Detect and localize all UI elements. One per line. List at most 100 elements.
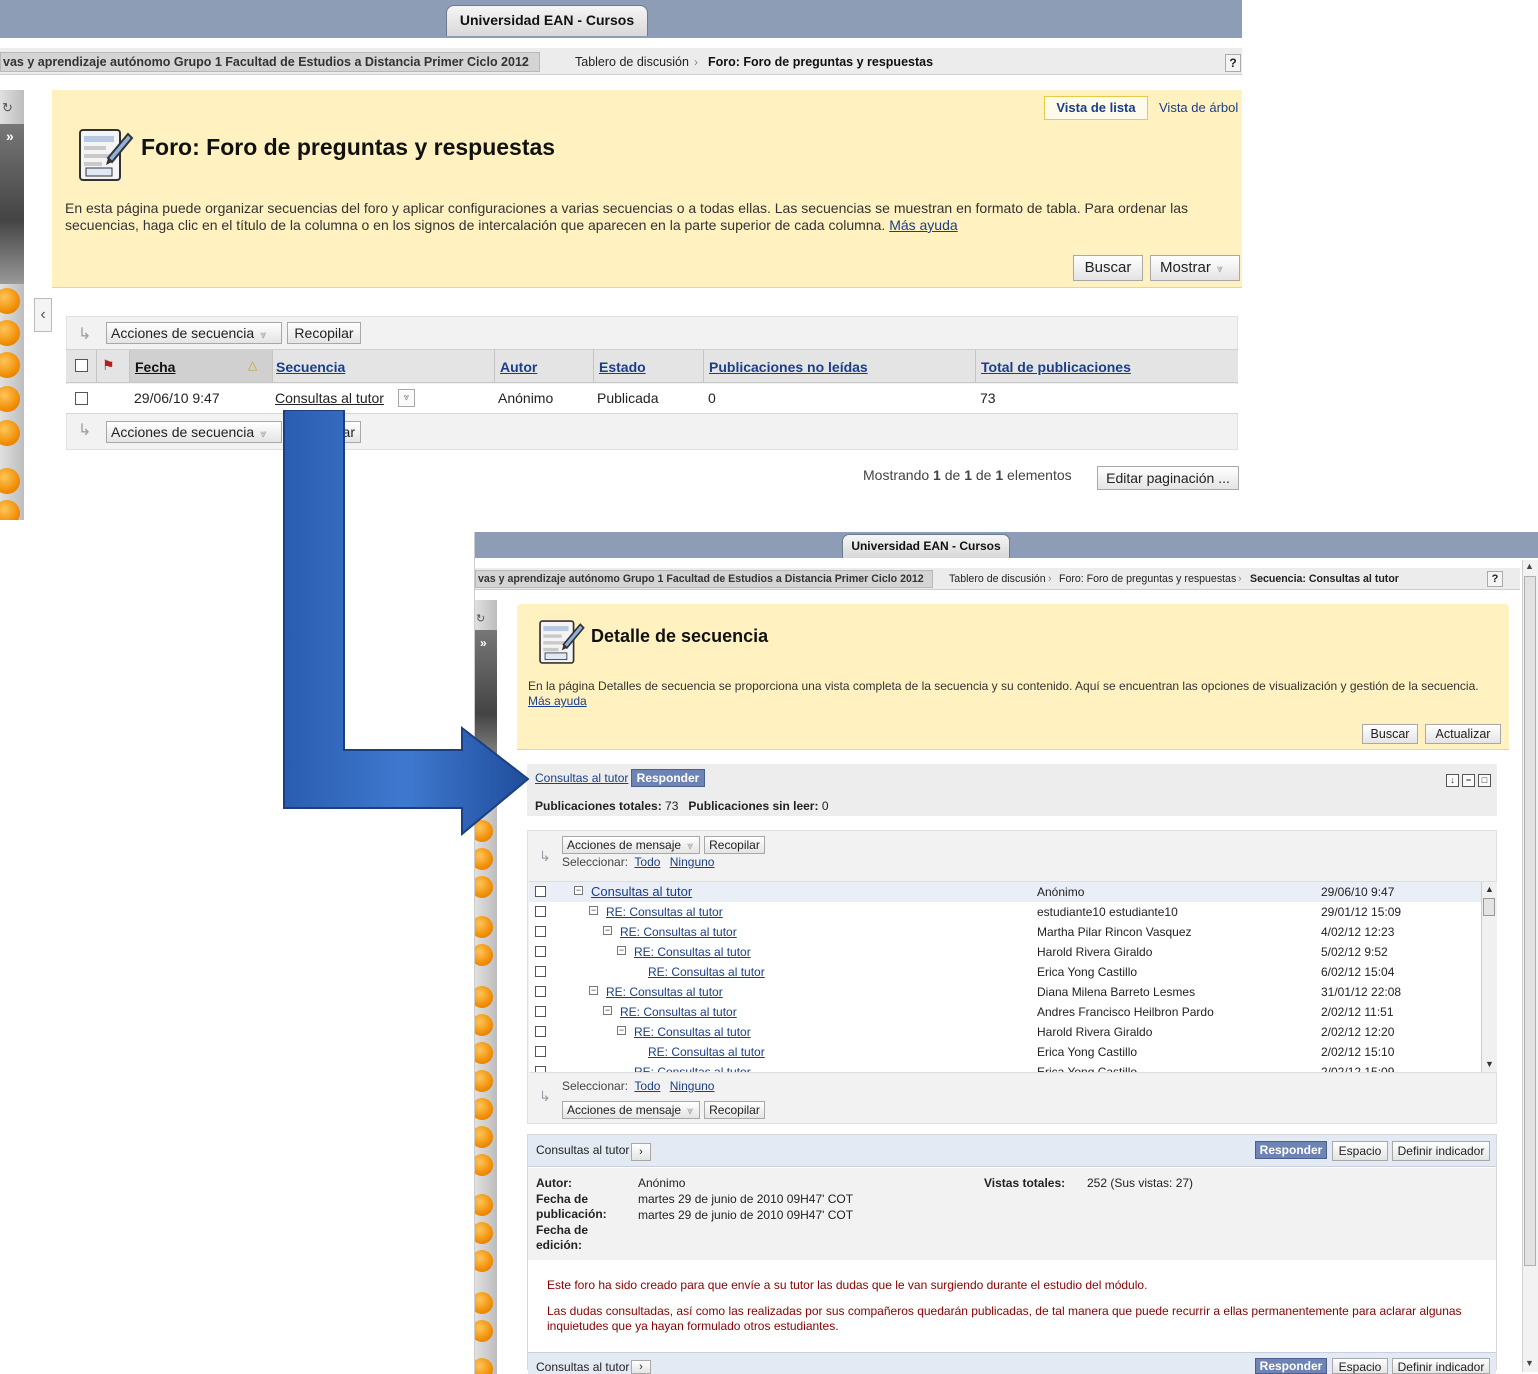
message-link[interactable]: RE: Consultas al tutor	[648, 1045, 765, 1059]
collapse-menu-button[interactable]: ‹	[34, 298, 52, 332]
scroll-down-icon[interactable]: ▼	[1525, 1358, 1534, 1368]
message-checkbox[interactable]	[535, 986, 546, 997]
message-checkbox[interactable]	[535, 1026, 546, 1037]
select-none-link[interactable]: Ninguno	[670, 1079, 715, 1093]
space-button[interactable]: Espacio	[1332, 1141, 1388, 1161]
message-checkbox[interactable]	[535, 1006, 546, 1017]
refresh-button[interactable]: Actualizar	[1425, 724, 1501, 744]
row-checkbox[interactable]	[75, 392, 88, 405]
collect-button[interactable]: Recopilar	[704, 836, 765, 854]
scroll-up-icon[interactable]: ▲	[1485, 884, 1494, 894]
maximize-icon[interactable]: □	[1478, 774, 1491, 787]
search-button[interactable]: Buscar	[1362, 724, 1418, 744]
collapse-toggle-icon[interactable]: −	[617, 946, 626, 955]
collapse-toggle-icon[interactable]: −	[574, 886, 583, 895]
thread-menu-chevron-icon[interactable]: ⩔	[398, 389, 415, 407]
thread-actions-button-bottom[interactable]: Acciones de secuencia ⩔	[106, 421, 282, 443]
column-header-date[interactable]: Fecha	[135, 359, 175, 375]
collapse-toggle-icon[interactable]: −	[603, 1006, 612, 1015]
scroll-up-icon[interactable]: ▲	[1525, 561, 1534, 571]
message-checkbox[interactable]	[535, 1066, 546, 1072]
course-tab[interactable]: Universidad EAN - Cursos	[446, 5, 648, 36]
next-space-button[interactable]: Espacio	[1332, 1358, 1388, 1374]
select-none-link[interactable]: Ninguno	[670, 855, 715, 869]
show-button[interactable]: Mostrar ⩔	[1150, 255, 1240, 281]
download-icon[interactable]: ↓	[1446, 774, 1459, 787]
message-checkbox[interactable]	[535, 946, 546, 957]
breadcrumb-course[interactable]: vas y aprendizaje autónomo Grupo 1 Facul…	[475, 570, 933, 588]
list-item[interactable]: − RE: Consultas al tutor Harold Rivera G…	[529, 942, 1481, 962]
next-post-reply-button[interactable]: Responder	[1255, 1358, 1327, 1374]
message-link[interactable]: RE: Consultas al tutor	[634, 1025, 751, 1039]
help-button[interactable]: ?	[1225, 54, 1241, 72]
message-link[interactable]: RE: Consultas al tutor	[620, 925, 737, 939]
minimize-icon[interactable]: −	[1462, 774, 1475, 787]
list-item[interactable]: − RE: Consultas al tutor Andres Francisc…	[529, 1002, 1481, 1022]
message-checkbox[interactable]	[535, 906, 546, 917]
more-help-link[interactable]: Más ayuda	[889, 217, 957, 233]
scroll-down-icon[interactable]: ▼	[1485, 1059, 1494, 1069]
message-link[interactable]: RE: Consultas al tutor	[620, 1005, 737, 1019]
page-title: Detalle de secuencia	[591, 626, 769, 646]
flag-icon[interactable]: ⚑	[102, 357, 115, 374]
post-expand-chevron-icon[interactable]: ›	[631, 1143, 651, 1161]
message-link[interactable]: RE: Consultas al tutor	[634, 1065, 751, 1072]
message-checkbox[interactable]	[535, 886, 546, 897]
page-scrollbar-thumb[interactable]	[1524, 576, 1536, 1266]
thread-actions-button[interactable]: Acciones de secuencia ⩔	[106, 322, 282, 344]
course-tab[interactable]: Universidad EAN - Cursos	[842, 534, 1010, 558]
reply-button[interactable]: Responder	[631, 769, 705, 787]
column-header-thread[interactable]: Secuencia	[276, 359, 345, 375]
list-item[interactable]: − RE: Consultas al tutor estudiante10 es…	[529, 902, 1481, 922]
list-item[interactable]: − RE: Consultas al tutor Martha Pilar Ri…	[529, 922, 1481, 942]
message-actions-button[interactable]: Acciones de mensaje ⩔	[562, 836, 700, 854]
edit-pagination-button[interactable]: Editar paginación ...	[1097, 466, 1239, 490]
column-header-unread[interactable]: Publicaciones no leídas	[709, 359, 868, 375]
breadcrumb-board[interactable]: Tablero de discusión	[949, 573, 1046, 585]
post-reply-button[interactable]: Responder	[1255, 1141, 1327, 1159]
message-link[interactable]: RE: Consultas al tutor	[606, 985, 723, 999]
list-item[interactable]: RE: Consultas al tutor Erica Yong Castil…	[529, 1042, 1481, 1062]
message-link[interactable]: RE: Consultas al tutor	[606, 905, 723, 919]
sort-ascending-icon[interactable]: △	[248, 358, 257, 372]
breadcrumb-forum[interactable]: Foro: Foro de preguntas y respuestas	[1059, 573, 1236, 585]
list-item[interactable]: RE: Consultas al tutor Erica Yong Castil…	[529, 1062, 1481, 1072]
collapse-toggle-icon[interactable]: −	[617, 1026, 626, 1035]
help-button[interactable]: ?	[1487, 571, 1503, 587]
set-flag-button[interactable]: Definir indicador	[1392, 1141, 1490, 1161]
message-link[interactable]: RE: Consultas al tutor	[634, 945, 751, 959]
list-item[interactable]: RE: Consultas al tutor Erica Yong Castil…	[529, 962, 1481, 982]
breadcrumb-course[interactable]: vas y aprendizaje autónomo Grupo 1 Facul…	[0, 52, 540, 72]
post-expand-chevron-icon[interactable]: ›	[631, 1360, 651, 1374]
list-view-tab[interactable]: Vista de lista	[1044, 96, 1148, 120]
column-header-author[interactable]: Autor	[500, 359, 537, 375]
thread-title-link[interactable]: Consultas al tutor	[535, 771, 628, 785]
breadcrumb-board[interactable]: Tablero de discusión	[575, 55, 689, 69]
list-item[interactable]: − RE: Consultas al tutor Diana Milena Ba…	[529, 982, 1481, 1002]
message-checkbox[interactable]	[535, 966, 546, 977]
column-header-total[interactable]: Total de publicaciones	[981, 359, 1131, 375]
message-checkbox[interactable]	[535, 926, 546, 937]
refresh-icon[interactable]: ↻	[2, 100, 13, 116]
collect-button-bottom[interactable]: Recopilar	[704, 1101, 765, 1119]
column-header-status[interactable]: Estado	[599, 359, 646, 375]
thread-link[interactable]: Consultas al tutor	[275, 390, 384, 406]
collapse-toggle-icon[interactable]: −	[589, 906, 598, 915]
tree-view-tab[interactable]: Vista de árbol	[1159, 100, 1238, 115]
list-item[interactable]: − RE: Consultas al tutor Harold Rivera G…	[529, 1022, 1481, 1042]
message-link[interactable]: Consultas al tutor	[591, 884, 692, 899]
select-all-link[interactable]: Todo	[634, 1079, 660, 1093]
tree-scrollbar-thumb[interactable]	[1483, 898, 1495, 916]
select-all-link[interactable]: Todo	[634, 855, 660, 869]
collect-button[interactable]: Recopilar	[287, 322, 361, 344]
message-checkbox[interactable]	[535, 1046, 546, 1057]
message-actions-button-bottom[interactable]: Acciones de mensaje ⩔	[562, 1101, 700, 1119]
message-link[interactable]: RE: Consultas al tutor	[648, 965, 765, 979]
select-all-checkbox[interactable]	[75, 359, 88, 372]
expand-menu-icon[interactable]: »	[6, 128, 14, 144]
collapse-toggle-icon[interactable]: −	[603, 926, 612, 935]
next-set-flag-button[interactable]: Definir indicador	[1392, 1358, 1490, 1374]
collapse-toggle-icon[interactable]: −	[589, 986, 598, 995]
search-button[interactable]: Buscar	[1073, 255, 1143, 281]
list-item[interactable]: − Consultas al tutor Anónimo 29/06/10 9:…	[529, 882, 1481, 902]
